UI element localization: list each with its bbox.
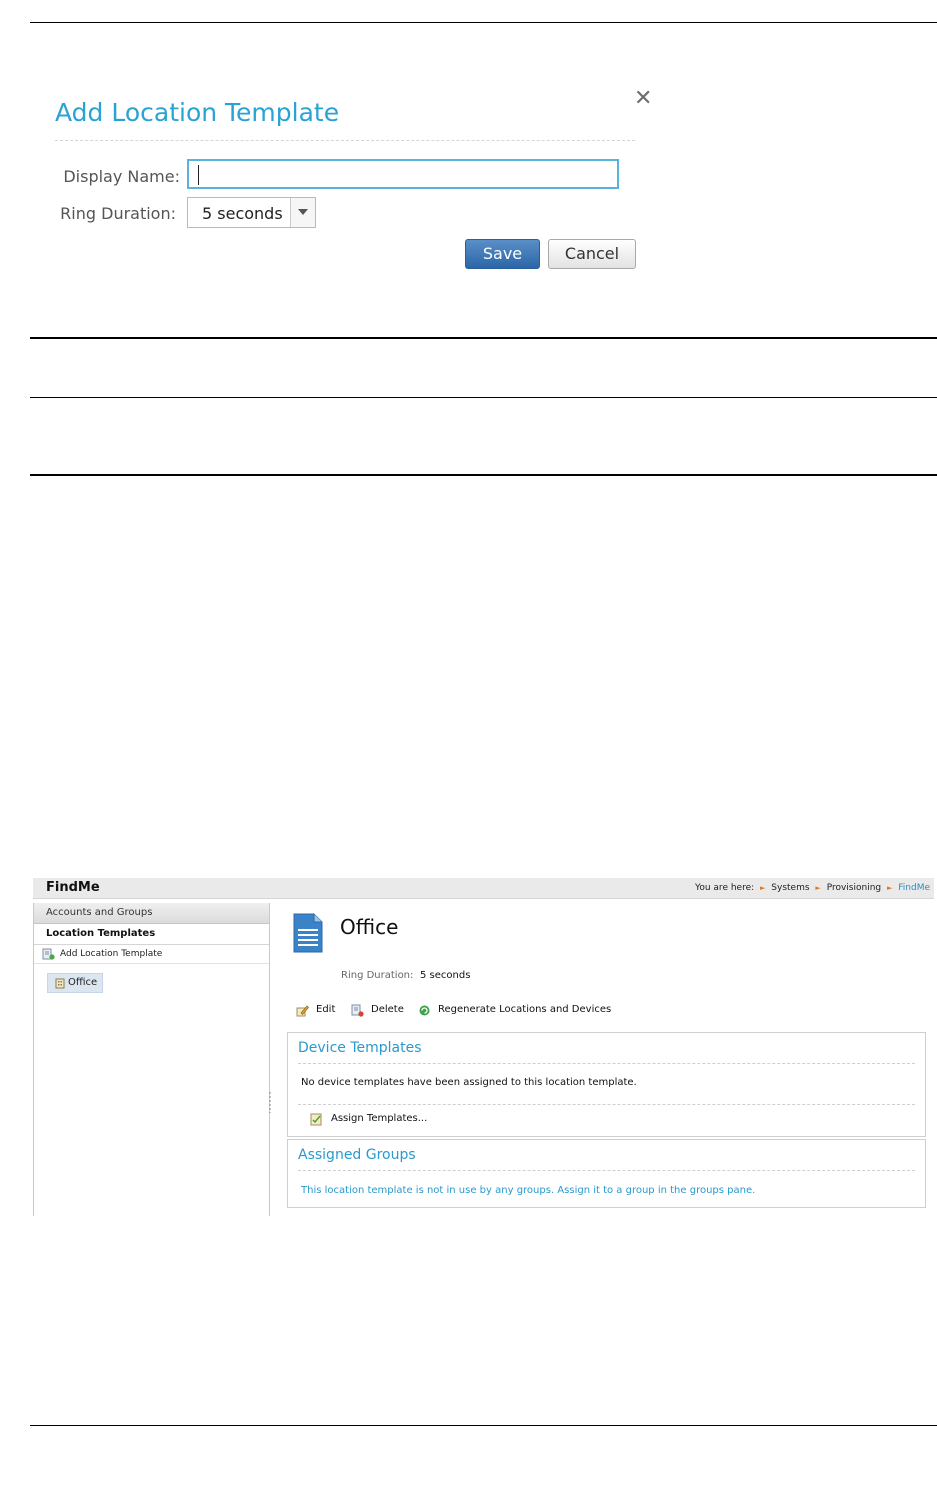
separator-rule-2: [30, 397, 937, 398]
device-templates-panel: Device Templates No device templates hav…: [287, 1032, 926, 1137]
sidebar-item-accounts-and-groups[interactable]: Accounts and Groups: [34, 903, 269, 924]
breadcrumb-provisioning[interactable]: Provisioning: [827, 883, 881, 893]
building-icon: [55, 978, 65, 989]
main-content: Office Ring Duration: 5 seconds Edit Del…: [278, 903, 934, 1216]
regenerate-label: Regenerate Locations and Devices: [438, 1004, 612, 1015]
dialog-divider: [55, 140, 635, 141]
findme-app-window: FindMe You are here: ► Systems ► Provisi…: [33, 876, 934, 1216]
assign-templates-label: Assign Templates...: [331, 1113, 428, 1124]
separator-rule-1: [30, 337, 937, 339]
breadcrumb-arrow-icon: ►: [760, 884, 766, 892]
display-name-label: Display Name:: [63, 167, 180, 186]
add-location-template-dialog: Add Location Template ✕ Display Name: Ri…: [30, 80, 670, 300]
panel-divider: [298, 1104, 915, 1105]
breadcrumb: You are here: ► Systems ► Provisioning ►…: [695, 883, 930, 893]
sidebar-item-office-label: Office: [68, 977, 98, 988]
edit-label: Edit: [316, 1004, 336, 1015]
close-icon[interactable]: ✕: [634, 88, 652, 110]
assign-templates-icon: [310, 1113, 322, 1126]
ring-duration-select[interactable]: 5 seconds: [187, 197, 316, 228]
add-location-template-label: Add Location Template: [60, 949, 163, 959]
panel-divider: [298, 1170, 915, 1171]
top-rule: [30, 22, 937, 23]
add-template-icon: [42, 948, 55, 960]
device-templates-message: No device templates have been assigned t…: [301, 1077, 637, 1088]
chevron-down-icon[interactable]: [290, 198, 315, 227]
device-templates-title: Device Templates: [298, 1040, 422, 1056]
ring-duration-label: Ring Duration:: [341, 970, 414, 981]
breadcrumb-findme[interactable]: FindMe: [898, 883, 930, 893]
app-title: FindMe: [46, 880, 100, 895]
ring-duration-label: Ring Duration:: [60, 204, 176, 223]
breadcrumb-arrow-icon: ►: [815, 884, 821, 892]
breadcrumb-systems[interactable]: Systems: [771, 883, 809, 893]
pane-splitter-handle[interactable]: [269, 1091, 271, 1113]
page-title: Office: [340, 915, 399, 939]
pencil-icon: [296, 1005, 309, 1017]
cancel-button[interactable]: Cancel: [548, 239, 636, 269]
breadcrumb-prefix: You are here:: [695, 883, 755, 893]
document-icon: [293, 913, 323, 953]
assigned-groups-title: Assigned Groups: [298, 1147, 416, 1163]
add-location-template-link[interactable]: Add Location Template: [34, 945, 269, 964]
delete-label: Delete: [371, 1004, 404, 1015]
ring-duration-value: 5 seconds: [420, 970, 471, 981]
delete-icon: [351, 1004, 364, 1017]
separator-rule-3: [30, 474, 937, 476]
text-cursor: [198, 165, 199, 185]
breadcrumb-arrow-icon: ►: [886, 884, 893, 892]
sidebar-item-office[interactable]: Office: [47, 973, 104, 993]
display-name-input[interactable]: [187, 159, 619, 189]
assigned-groups-message: This location template is not in use by …: [301, 1185, 756, 1196]
save-button[interactable]: Save: [465, 239, 540, 269]
assigned-groups-panel: Assigned Groups This location template i…: [287, 1139, 926, 1208]
sidebar-item-location-templates[interactable]: Location Templates: [34, 924, 269, 945]
refresh-icon: [419, 1005, 430, 1016]
dialog-title: Add Location Template: [55, 98, 340, 127]
ring-duration-value: 5 seconds: [202, 204, 283, 223]
app-header: FindMe You are here: ► Systems ► Provisi…: [33, 878, 934, 899]
sidebar: Accounts and Groups Location Templates A…: [33, 903, 270, 1216]
panel-divider: [298, 1063, 915, 1064]
bottom-rule: [30, 1425, 937, 1426]
